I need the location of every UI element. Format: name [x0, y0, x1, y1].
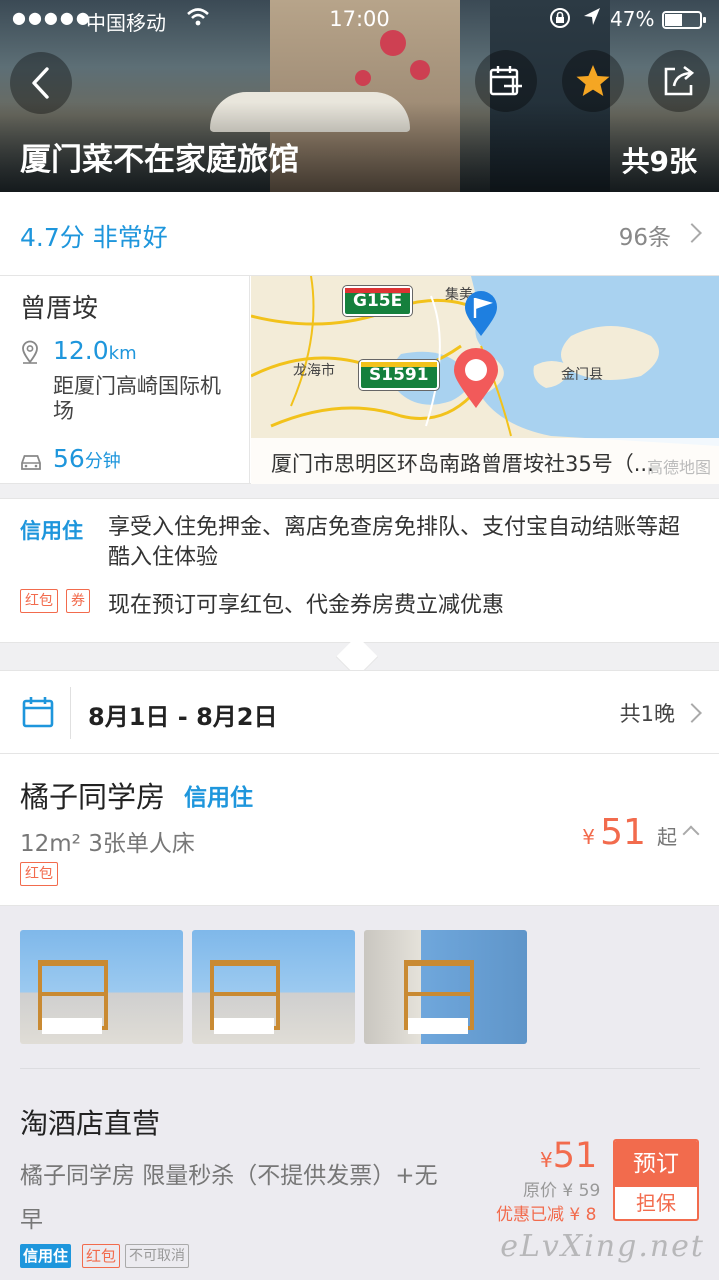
- airport-distance: 12.0km: [53, 336, 137, 365]
- room-price: ¥ 51 起: [582, 812, 677, 853]
- chevron-right-icon: [682, 223, 702, 243]
- area-name: 曾厝垵: [20, 294, 99, 324]
- chevron-right-icon: [682, 703, 702, 723]
- share-icon: [664, 65, 695, 96]
- review-count: 96条: [618, 225, 671, 251]
- map-label: 金门县: [561, 367, 603, 383]
- share-button[interactable]: [648, 50, 710, 112]
- location-info: 曾厝垵 12.0km 距厦门高崎国际机场 56分钟: [0, 276, 250, 484]
- offer-price: ¥51: [540, 1136, 598, 1176]
- car-icon: [19, 452, 43, 476]
- battery-percent: 47%: [610, 7, 655, 31]
- calendar-add-icon: [489, 66, 522, 96]
- credit-stay-text: 享受入住免押金、离店免查房免排队、支付宝自动结账等超酷入住体验: [108, 515, 681, 570]
- add-calendar-button[interactable]: [475, 50, 537, 112]
- chevron-left-icon: [32, 67, 49, 99]
- room-info: 12m² 3张单人床: [20, 831, 195, 857]
- discount-amount: 优惠已减 ¥ 8: [496, 1205, 597, 1225]
- credit-stay-section[interactable]: 信用住 享受入住免押金、离店免查房免排队、支付宝自动结账等超酷入住体验 红包 券…: [0, 498, 719, 643]
- room-photo[interactable]: [192, 930, 355, 1044]
- chevron-up-icon: [682, 825, 700, 843]
- guarantee-label: 担保: [636, 1191, 676, 1215]
- photo-count[interactable]: 共9张: [622, 140, 697, 180]
- red-packet-tag: 红包: [20, 862, 58, 886]
- credit-stay-tag: 信用住: [20, 519, 83, 543]
- divider: [70, 687, 71, 739]
- rating-score: 4.7分 非常好: [20, 223, 168, 252]
- location-marker-icon: [454, 348, 498, 408]
- map-address-bar: 厦门市思明区环岛南路曾厝垵社35号（... 高德地图: [251, 438, 719, 484]
- date-range: 8月1日 - 8月2日: [88, 703, 278, 731]
- map-label: 龙海市: [293, 363, 335, 379]
- book-button[interactable]: 预订 担保: [613, 1139, 699, 1221]
- offer-description: 橘子同学房 限量秒杀（不提供发票）+无早: [20, 1163, 438, 1233]
- vendor-name: 淘酒店直营: [20, 1107, 161, 1140]
- location-section: 曾厝垵 12.0km 距厦门高崎国际机场 56分钟 G15E S1591 集美 …: [0, 276, 719, 484]
- original-price: 原价 ¥ 59: [523, 1181, 601, 1201]
- hotel-address: 厦门市思明区环岛南路曾厝垵社35号（...: [271, 452, 654, 476]
- rating-row[interactable]: 4.7分 非常好 96条: [0, 192, 719, 276]
- flag-marker-icon: [465, 291, 497, 336]
- map-pin-icon: [20, 340, 40, 368]
- night-count: 共1晚: [619, 702, 675, 726]
- red-packet-badge: 红包: [82, 1244, 121, 1268]
- highway-shield: S1591: [359, 360, 439, 390]
- hero-flower: [410, 60, 430, 80]
- room-name: 橘子同学房: [20, 780, 166, 814]
- back-button[interactable]: [10, 52, 72, 114]
- map-credit: 高德地图: [646, 458, 711, 477]
- rotation-lock-icon: [548, 6, 572, 35]
- notch-cover: [330, 632, 390, 642]
- drive-time: 56分钟: [53, 444, 121, 473]
- room-photo[interactable]: [20, 930, 183, 1044]
- coupon-tag: 券: [66, 589, 90, 613]
- hotel-name: 厦门菜不在家庭旅馆: [20, 142, 299, 178]
- calendar-icon: [22, 696, 54, 732]
- non-refundable-badge: 不可取消: [125, 1244, 189, 1268]
- highway-shield: G15E: [343, 286, 413, 316]
- date-selector[interactable]: 8月1日 - 8月2日 共1晚: [0, 670, 719, 754]
- red-packet-tag: 红包: [20, 589, 58, 613]
- promo-text: 现在预订可享红包、代金券房费立减优惠: [108, 593, 505, 618]
- airport-distance-desc: 距厦门高崎国际机场: [53, 374, 221, 423]
- status-bar: ●●●●● 中国移动 17:00 47%: [0, 0, 719, 40]
- credit-stay-badge: 信用住: [20, 1244, 72, 1268]
- hero-flower: [355, 70, 371, 86]
- hotel-map[interactable]: G15E S1591 集美 龙海市 金门县 厦门市思明区环岛南路曾厝垵社35号（…: [251, 276, 719, 484]
- watermark: eLvXing.net: [500, 1229, 705, 1264]
- favorite-button[interactable]: [562, 50, 624, 112]
- room-credit-tag: 信用住: [184, 785, 253, 811]
- location-arrow-icon: [582, 6, 602, 33]
- star-icon: [576, 65, 610, 96]
- divider: [20, 1068, 700, 1069]
- room-type-row[interactable]: 橘子同学房 信用住 12m² 3张单人床 红包 ¥ 51 起: [0, 754, 719, 906]
- room-photo[interactable]: [364, 930, 527, 1044]
- book-label: 预订: [615, 1141, 697, 1187]
- hotel-hero-photo[interactable]: ●●●●● 中国移动 17:00 47% 厦门菜不在家庭旅馆 共9张: [0, 0, 719, 192]
- battery-icon: [662, 11, 706, 29]
- room-expanded-panel: 淘酒店直营 橘子同学房 限量秒杀（不提供发票）+无早 ¥51 原价 ¥ 59 优…: [0, 906, 719, 1280]
